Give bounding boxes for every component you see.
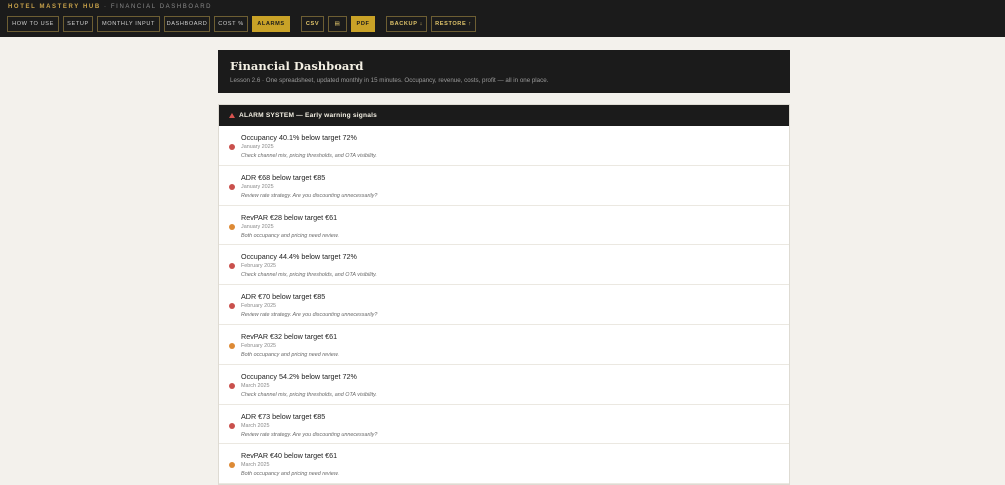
brand: HOTEL MASTERY HUB · FINANCIAL DASHBOARD xyxy=(8,4,212,10)
alarm-month: January 2025 xyxy=(241,144,274,150)
severity-dot-icon xyxy=(229,223,235,230)
alarm-hint: Both occupancy and pricing need review. xyxy=(241,471,339,478)
nav-calendar-button[interactable]: ▤ xyxy=(328,16,347,32)
alarm-hint: Check channel mix, pricing thresholds, a… xyxy=(241,153,377,159)
alarm-month: March 2025 xyxy=(241,382,270,389)
alarm-text: RevPAR €28 below target €61 January 2025 B… xyxy=(241,213,339,239)
alarm-panel-header: ALARM SYSTEM — Early warning signals xyxy=(219,105,789,126)
warning-icon xyxy=(229,113,235,118)
alarm-text: ADR €70 below target €85 February 2025 Rev… xyxy=(241,292,377,318)
alarm-item: RevPAR €32 below target €61 February 2025… xyxy=(219,325,789,365)
alarm-title: Occupancy 40.1% below target 72% xyxy=(241,133,357,142)
brand-section: · FINANCIAL DASHBOARD xyxy=(104,4,213,10)
hero-banner: Financial Dashboard Lesson 2.6 · One spr… xyxy=(218,50,790,93)
alarm-text: Occupancy 40.1% below target 72% January … xyxy=(241,133,377,159)
alarm-item: RevPAR €40 below target €61 March 2025 Bot… xyxy=(219,444,789,485)
alarm-month: March 2025 xyxy=(241,462,270,469)
nav-pdf-button[interactable]: PDF xyxy=(351,16,375,32)
alarm-title: RevPAR €40 below target €61 xyxy=(241,451,338,461)
top-bar: HOTEL MASTERY HUB · FINANCIAL DASHBOARD … xyxy=(0,0,1005,37)
alarm-panel-title: ALARM SYSTEM — Early warning signals xyxy=(239,112,377,119)
nav-dashboard[interactable]: DASHBOARD xyxy=(164,16,210,32)
alarm-text: RevPAR €40 below target €61 March 2025 Bot… xyxy=(241,451,339,477)
alarm-item: ADR €73 below target €85 March 2025 Review… xyxy=(219,405,789,445)
alarm-item: Occupancy 54.2% below target 72% March 20… xyxy=(219,365,789,405)
alarm-month: January 2025 xyxy=(241,183,274,190)
severity-dot-icon xyxy=(229,144,235,150)
alarm-title: Occupancy 44.4% below target 72% xyxy=(241,252,357,262)
page-title: Financial Dashboard xyxy=(230,59,364,73)
main-content: Financial Dashboard Lesson 2.6 · One spr… xyxy=(218,50,790,485)
severity-dot-icon xyxy=(229,382,235,389)
alarm-item: RevPAR €28 below target €61 January 2025 B… xyxy=(219,206,789,246)
severity-dot-icon xyxy=(229,263,235,270)
alarm-title: RevPAR €32 below target €61 xyxy=(241,331,338,341)
nav-setup[interactable]: SETUP xyxy=(63,16,93,32)
severity-dot-icon xyxy=(229,462,235,469)
alarm-text: RevPAR €32 below target €61 February 2025… xyxy=(241,332,339,358)
alarm-title: ADR €70 below target €85 xyxy=(241,292,326,302)
severity-dot-icon xyxy=(229,342,235,349)
alarm-item: Occupancy 44.4% below target 72% February… xyxy=(219,245,789,286)
alarm-title: RevPAR €28 below target €61 xyxy=(241,212,338,222)
alarm-month: February 2025 xyxy=(241,263,277,270)
brand-name: HOTEL MASTERY HUB xyxy=(8,4,101,10)
severity-dot-icon xyxy=(229,303,235,310)
alarm-title: ADR €73 below target €85 xyxy=(241,411,326,421)
nav-how-to-use[interactable]: HOW TO USE xyxy=(7,16,59,32)
alarm-item: ADR €68 below target €85 January 2025 Revi… xyxy=(219,166,789,206)
nav-monthly-input[interactable]: MONTHLY INPUT xyxy=(97,16,160,32)
page-subtitle: Lesson 2.6 · One spreadsheet, updated mo… xyxy=(230,77,549,84)
alarm-list: Occupancy 40.1% below target 72% January … xyxy=(219,126,789,485)
nav-csv-button[interactable]: CSV xyxy=(301,16,324,32)
alarm-month: January 2025 xyxy=(241,223,274,230)
severity-dot-icon xyxy=(229,183,235,190)
alarm-text: Occupancy 54.2% below target 72% March 20… xyxy=(241,372,377,398)
alarm-title: Occupancy 54.2% below target 72% xyxy=(241,371,357,381)
alarm-text: Occupancy 44.4% below target 72% February… xyxy=(241,252,377,278)
alarm-item: Occupancy 40.1% below target 72% January … xyxy=(219,126,789,166)
alarm-text: ADR €73 below target €85 March 2025 Review… xyxy=(241,412,377,438)
alarm-month: February 2025 xyxy=(241,303,277,310)
alarm-hint: Both occupancy and pricing need review. xyxy=(241,232,339,239)
nav-backup-button[interactable]: BACKUP ↓ xyxy=(386,16,427,32)
main-nav: HOW TO USE SETUP MONTHLY INPUT DASHBOARD COS… xyxy=(7,16,480,32)
alarm-hint: Check channel mix, pricing thresholds, a… xyxy=(241,272,377,279)
alarm-month: February 2025 xyxy=(241,342,277,349)
nav-cost-percent[interactable]: COST % xyxy=(214,16,248,32)
alarm-hint: Review rate strategy. Are you discountin… xyxy=(241,312,378,319)
alarm-text: ADR €68 below target €85 January 2025 Revi… xyxy=(241,173,377,199)
nav-restore-button[interactable]: RESTORE ↑ xyxy=(431,16,476,32)
severity-dot-icon xyxy=(229,422,235,429)
alarm-month: March 2025 xyxy=(241,422,270,429)
alarm-title: ADR €68 below target €85 xyxy=(241,172,326,182)
alarm-hint: Check channel mix, pricing thresholds, a… xyxy=(241,391,377,398)
alarm-item: ADR €70 below target €85 February 2025 Rev… xyxy=(219,285,789,325)
alarm-hint: Both occupancy and pricing need review. xyxy=(241,351,339,358)
alarm-panel: ALARM SYSTEM — Early warning signals Occ… xyxy=(218,104,790,485)
nav-alarms[interactable]: ALARMS xyxy=(252,16,290,32)
alarm-hint: Review rate strategy. Are you discountin… xyxy=(241,192,378,199)
alarm-hint: Review rate strategy. Are you discountin… xyxy=(241,431,378,438)
